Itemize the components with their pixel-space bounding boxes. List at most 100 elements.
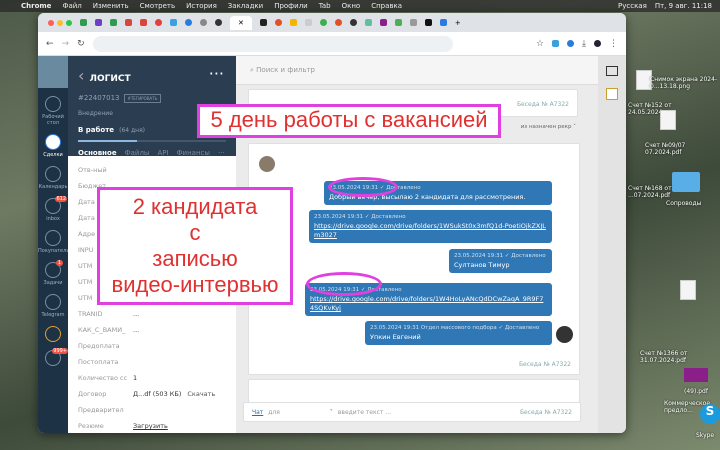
conversation-label[interactable]: Беседа № A7322 <box>520 409 572 416</box>
tab-favicon[interactable] <box>274 19 282 26</box>
tab-favicon[interactable] <box>170 19 177 26</box>
field-value[interactable]: ... <box>133 310 139 318</box>
stage-value[interactable]: В работе <box>78 126 114 134</box>
extension-icon[interactable] <box>567 40 575 47</box>
menu-item[interactable]: Файл <box>62 2 81 10</box>
tab-favicon[interactable] <box>95 19 102 26</box>
tab-favicon[interactable] <box>379 19 387 26</box>
field-value[interactable]: 1 <box>133 374 137 382</box>
back-chevron-icon[interactable]: ‹ <box>78 66 89 85</box>
desktop-file[interactable]: Счет №168 от ...07.2024.pdf <box>628 185 678 199</box>
tab-favicon[interactable] <box>409 19 417 26</box>
menu-kebab-icon[interactable]: ⋮ <box>609 39 618 49</box>
menu-item[interactable]: Изменить <box>93 2 129 10</box>
menu-item[interactable]: Закладки <box>228 2 263 10</box>
desktop-folder[interactable]: Сопроводы <box>666 200 720 207</box>
new-tab-icon[interactable]: + <box>455 19 461 27</box>
url-input[interactable] <box>92 35 453 52</box>
field-row[interactable]: КАК_С_ВАМИ_... <box>78 322 226 338</box>
reload-icon[interactable]: ↻ <box>77 39 85 49</box>
tab-api[interactable]: API <box>157 149 168 162</box>
nav-inbox[interactable]: inbox 612 <box>38 196 68 222</box>
clock[interactable]: Пт, 9 авг. 11:18 <box>655 2 712 10</box>
menu-app[interactable]: Chrome <box>21 2 51 10</box>
tab-favicon[interactable] <box>304 19 312 26</box>
drive-link[interactable]: https://drive.google.com/drive/folders/1… <box>314 222 546 239</box>
tab-favicon[interactable] <box>439 19 447 26</box>
file-icon[interactable] <box>684 368 708 382</box>
menu-item[interactable]: История <box>186 2 217 10</box>
field-row[interactable]: TRANID... <box>78 306 226 322</box>
nav-dashboard[interactable]: Рабочий стол <box>38 96 68 126</box>
tab-favicon[interactable] <box>110 19 117 26</box>
tab-favicon[interactable] <box>215 19 222 26</box>
desktop-app[interactable]: Skype <box>696 432 714 439</box>
new-note-icon[interactable] <box>606 66 618 76</box>
tab-favicon[interactable] <box>334 19 342 26</box>
desktop-file[interactable]: (49).pdf <box>684 388 718 395</box>
nav-customers[interactable]: Покупатели <box>38 230 70 254</box>
gmail-tab-icon[interactable] <box>125 19 132 26</box>
telegram-tab-icon[interactable] <box>185 19 192 26</box>
field-value[interactable]: ... <box>133 326 139 334</box>
extension-icon[interactable] <box>552 40 560 47</box>
desktop-file[interactable]: Счет №1366 от 31.07.2024.pdf <box>640 350 700 364</box>
minimize-window-button[interactable] <box>57 19 63 26</box>
back-icon[interactable]: ← <box>46 39 54 49</box>
tab-files[interactable]: Файлы <box>125 149 150 162</box>
forward-icon[interactable]: → <box>62 39 70 49</box>
conversation-label[interactable]: Беседа № A7322 <box>519 361 571 368</box>
tab-favicon[interactable] <box>424 19 432 26</box>
lead-title[interactable]: ЛОГИСТ <box>89 74 130 84</box>
close-window-button[interactable] <box>48 19 54 26</box>
conversation-label[interactable]: Беседа № A7322 <box>517 101 569 108</box>
field-row[interactable]: Предварител <box>78 402 226 418</box>
download-button[interactable]: Скачать <box>187 390 215 398</box>
tab-more[interactable]: ··· <box>218 149 225 162</box>
desktop-file[interactable]: Снимок экрана 2024-0...13.18.png <box>650 76 720 90</box>
assign-dropdown[interactable]: из назначен рекр ˅ <box>521 124 576 130</box>
nav-telegram[interactable]: Telegram <box>38 294 68 318</box>
nav-calendar[interactable]: Календарь <box>38 166 68 190</box>
nav-deals[interactable]: Сделки <box>38 134 68 158</box>
tab-favicon[interactable] <box>200 19 207 26</box>
tag-button[interactable]: #ТЕГИРОВАТЬ <box>123 94 162 103</box>
tab-favicon[interactable] <box>394 19 402 26</box>
bookmark-star-icon[interactable]: ☆ <box>536 39 544 49</box>
nav-tasks[interactable]: Задачи 1 <box>38 260 68 286</box>
menu-item[interactable]: Профили <box>274 2 308 10</box>
field-row[interactable]: Договор Д...df (503 КБ) Скачать <box>78 386 226 402</box>
chat-type-link[interactable]: Чат <box>252 409 263 416</box>
desktop-file[interactable]: Счет №09/07 07.2024.pdf <box>645 142 720 156</box>
field-row[interactable]: Предоплата <box>78 338 226 354</box>
dropdown-chevron-icon[interactable]: ˅ <box>330 409 333 416</box>
field-row[interactable]: Количество сс 1 <box>78 370 226 386</box>
menu-item[interactable]: Tab <box>319 2 331 10</box>
input-source[interactable]: Русская <box>618 2 647 10</box>
nav-notifications[interactable]: 999+ <box>38 348 68 366</box>
message-input[interactable]: введите текст ... <box>338 409 391 416</box>
tab-favicon[interactable] <box>349 19 357 26</box>
download-icon[interactable]: ⤓ <box>582 39 586 49</box>
file-icon[interactable] <box>680 280 696 300</box>
menu-item[interactable]: Смотреть <box>140 2 175 10</box>
menu-item[interactable]: Окно <box>342 2 361 10</box>
tab-favicon[interactable] <box>80 19 87 26</box>
tab-finance[interactable]: Финансы <box>177 149 210 162</box>
stats-icon[interactable] <box>606 88 618 100</box>
search-input[interactable]: ⌕ Поиск и фильтр <box>236 56 598 85</box>
skype-icon[interactable]: S <box>700 404 720 424</box>
menu-item[interactable]: Справка <box>371 2 402 10</box>
file-icon[interactable] <box>660 110 676 130</box>
tab-favicon[interactable] <box>259 19 267 26</box>
tab-favicon[interactable] <box>155 19 162 26</box>
nav-more[interactable] <box>38 326 68 342</box>
field-row[interactable]: Резюме Загрузить <box>78 418 226 433</box>
field-row[interactable]: Постоплата <box>78 354 226 370</box>
tab-favicon[interactable] <box>364 19 372 26</box>
drive-link[interactable]: https://drive.google.com/drive/folders/1… <box>310 295 543 312</box>
tab-main[interactable]: Основное <box>78 149 117 162</box>
zoom-window-button[interactable] <box>66 19 72 26</box>
profile-avatar[interactable] <box>594 40 601 47</box>
gmail-tab-icon[interactable] <box>140 19 147 26</box>
